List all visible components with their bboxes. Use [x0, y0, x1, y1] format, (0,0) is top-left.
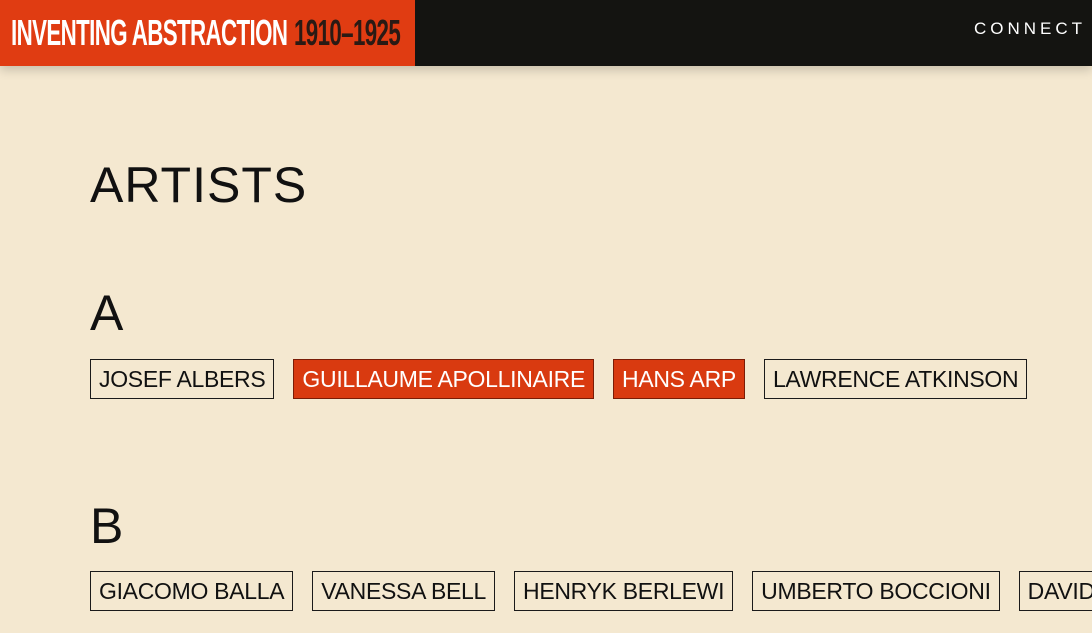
logo-years: 1910–1925	[294, 12, 401, 53]
artist-chip-vanessa-bell[interactable]: VANESSA BELL	[312, 571, 496, 611]
logo-wordmark: INVENTING ABSTRACTION 1910–1925	[11, 12, 404, 54]
artist-chip-guillaume-apollinaire[interactable]: GUILLAUME APOLLINAIRE	[293, 359, 595, 399]
logo-title-box: INVENTING ABSTRACTION	[11, 12, 294, 54]
artist-chip-david[interactable]: DAVID	[1018, 571, 1092, 611]
artist-chip-lawrence-atkinson[interactable]: LAWRENCE ATKINSON	[763, 359, 1028, 399]
artist-list-b: GIACOMO BALLA VANESSA BELL HENRYK BERLEW…	[90, 571, 1092, 611]
artist-chip-josef-albers[interactable]: JOSEF ALBERS	[90, 359, 275, 399]
nav-link-connect[interactable]: CONNECT	[974, 19, 1086, 39]
site-logo[interactable]: INVENTING ABSTRACTION 1910–1925	[0, 0, 415, 66]
artist-chip-giacomo-balla[interactable]: GIACOMO BALLA	[90, 571, 294, 611]
artist-list-a: JOSEF ALBERS GUILLAUME APOLLINAIRE HANS …	[90, 359, 1046, 399]
section-letter-a: A	[90, 285, 124, 341]
logo-years-box: 1910–1925	[294, 12, 404, 54]
artist-chip-henryk-berlewi[interactable]: HENRYK BERLEWI	[514, 571, 734, 611]
artist-chip-umberto-boccioni[interactable]: UMBERTO BOCCIONI	[752, 571, 1000, 611]
section-letter-b: B	[90, 498, 124, 554]
logo-title: INVENTING ABSTRACTION	[11, 12, 288, 53]
artist-chip-hans-arp[interactable]: HANS ARP	[613, 359, 745, 399]
top-navigation-bar: INVENTING ABSTRACTION 1910–1925 CONNECT	[0, 0, 1092, 66]
page-title: ARTISTS	[90, 157, 308, 213]
